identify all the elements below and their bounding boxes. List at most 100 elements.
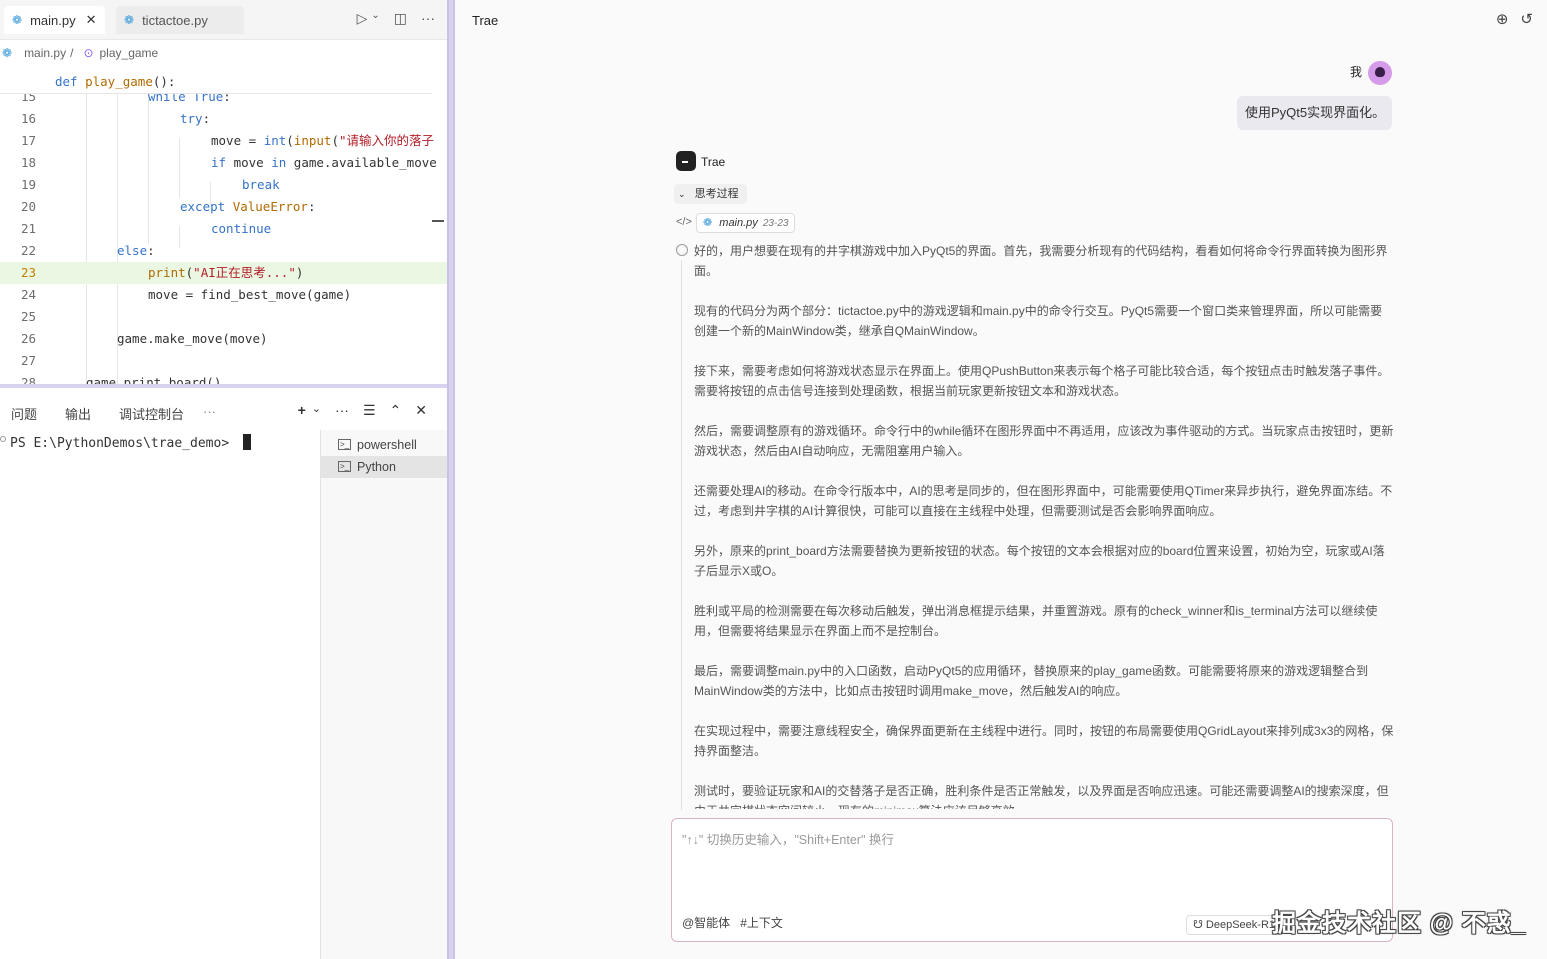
new-chat-icon[interactable]: ⊕: [1496, 10, 1509, 28]
code-line[interactable]: 27: [0, 350, 447, 372]
code-token: move: [233, 155, 272, 170]
tab-tictactoe-py[interactable]: ❁ tictactoe.py: [116, 6, 244, 34]
more-icon[interactable]: ···: [335, 402, 349, 419]
pane-divider-grip: [449, 0, 453, 959]
code-text: try:: [180, 108, 210, 130]
thinking-paragraph: 现有的代码分为两个部分：tictactoe.py中的游戏逻辑和main.py中的…: [694, 304, 1383, 338]
breadcrumb-symbol[interactable]: play_game: [100, 46, 159, 60]
thinking-paragraph: 还需要处理AI的移动。在命令行版本中，AI的思考是同步的，但在图形界面中，可能需…: [694, 484, 1393, 518]
code-token: in: [271, 155, 294, 170]
code-line[interactable]: 19 break: [0, 174, 447, 196]
chevron-down-icon[interactable]: ⌄: [312, 402, 321, 419]
python-file-icon: ❁: [703, 217, 713, 229]
model-selector[interactable]: ☋ DeepSeek-R1: [1186, 915, 1282, 935]
terminal-item-python[interactable]: >_ Python: [321, 456, 448, 478]
tab-main-py[interactable]: ❁ main.py ✕: [4, 6, 105, 34]
layout-icon[interactable]: ☰: [363, 402, 376, 419]
function-icon: ⊙: [83, 46, 94, 60]
line-number: 18: [20, 155, 36, 170]
code-line[interactable]: 22 else:: [0, 240, 447, 262]
code-line[interactable]: 28 game.print_board(): [0, 372, 447, 384]
panel-toolbar: + ⌄ ··· ☰ ⌃ ✕: [298, 402, 427, 419]
chevron-down-icon[interactable]: ⌄: [371, 10, 379, 27]
code-text: continue: [211, 218, 271, 240]
chat-title: Trae: [472, 13, 499, 28]
code-text: move = int(input("请输入你的落子: [211, 130, 434, 152]
chat-pane: Trae ⊕ ↺ 我 使用PyQt5实现界面化。 Trae ⌄ 思考过程 </>…: [455, 0, 1547, 959]
tab-output[interactable]: 输出: [65, 404, 91, 423]
file-reference-range: 23-23: [762, 218, 789, 229]
code-text: print("AI正在思考..."): [148, 262, 303, 284]
code-line[interactable]: 25: [0, 306, 447, 328]
code-token: game.available_move: [293, 155, 437, 170]
watermark: 掘金技术社区 @ 不惑_: [1272, 910, 1527, 937]
code-editor[interactable]: def play_game(): 15 while True: 16 try: 17 mo…: [0, 72, 447, 384]
panel-resize-handle[interactable]: [0, 384, 447, 388]
code-text: break: [242, 174, 280, 196]
code-line[interactable]: 17 move = int(input("请输入你的落子: [0, 130, 447, 152]
app-window: ❁ main.py ✕ ❁ tictactoe.py ▷ ⌄ ◫ ··· ❁ m…: [0, 0, 1547, 959]
code-line[interactable]: 21 continue: [0, 218, 447, 240]
code-token: :: [147, 243, 155, 258]
run-icon[interactable]: ▷: [357, 10, 368, 27]
terminal-item-powershell[interactable]: >_ powershell: [321, 434, 448, 456]
code-token: int: [263, 133, 287, 148]
code-icon: </>: [676, 216, 692, 228]
code-text: move = find_best_move(game): [148, 284, 351, 306]
user-message: 使用PyQt5实现界面化。: [1237, 96, 1392, 130]
code-line[interactable]: 18 if move in game.available_move: [0, 152, 447, 174]
code-token: move =: [211, 133, 264, 148]
close-panel-icon[interactable]: ✕: [415, 402, 427, 419]
more-tabs-icon[interactable]: ···: [203, 404, 216, 419]
code-line[interactable]: 26 game.make_move(move): [0, 328, 447, 350]
keyword: def: [55, 74, 86, 89]
editor-tabbar: ❁ main.py ✕ ❁ tictactoe.py ▷ ⌄ ◫ ···: [0, 0, 447, 40]
code-token: "AI正在思考...": [193, 265, 296, 280]
editor-pane: ❁ main.py ✕ ❁ tictactoe.py ▷ ⌄ ◫ ··· ❁ m…: [0, 0, 448, 959]
python-file-icon: ❁: [2, 46, 13, 60]
code-token: :: [202, 111, 211, 126]
line-number: 25: [20, 309, 36, 324]
tab-label: tictactoe.py: [142, 12, 208, 28]
code-token: ValueError: [232, 199, 308, 214]
terminal[interactable]: PS E:\PythonDemos\trae_demo>: [0, 430, 320, 959]
tab-problems[interactable]: 问题: [11, 404, 37, 423]
code-line[interactable]: 20 except ValueError:: [0, 196, 447, 218]
code-line[interactable]: 23 print("AI正在思考..."): [0, 262, 447, 284]
code-token: input: [293, 133, 332, 148]
file-reference[interactable]: ❁ main.py 23-23: [696, 213, 796, 233]
line-number: 24: [20, 287, 36, 302]
terminal-icon: >_: [338, 439, 351, 450]
new-terminal-icon[interactable]: +: [298, 402, 306, 419]
code-text: if move in game.available_move: [211, 152, 437, 174]
code-line[interactable]: 24 move = find_best_move(game): [0, 284, 447, 306]
line-number: 27: [20, 353, 36, 368]
context-chip[interactable]: #上下文: [740, 914, 783, 931]
more-icon[interactable]: ···: [421, 10, 435, 27]
history-icon[interactable]: ↺: [1520, 10, 1533, 28]
thinking-toggle[interactable]: ⌄ 思考过程: [674, 184, 747, 204]
thinking-paragraph: 然后，需要调整原有的游戏循环。命令行中的while循环在图形界面中不再适用，应该…: [694, 424, 1394, 458]
pane-divider[interactable]: [447, 0, 455, 959]
thinking-paragraph: 接下来，需要考虑如何将游戏状态显示在界面上。使用QPushButton来表示每个…: [694, 364, 1390, 398]
code-token: game.make_move(move): [117, 331, 268, 346]
close-tab-icon[interactable]: ✕: [86, 12, 97, 28]
agent-chip[interactable]: @智能体: [682, 914, 730, 931]
code-token: ): [295, 265, 304, 280]
split-editor-icon[interactable]: ◫: [394, 10, 407, 27]
sticky-scroll-header[interactable]: def play_game():: [0, 72, 432, 94]
code-token: continue: [211, 221, 272, 236]
code-token: try: [180, 111, 203, 126]
editor-toolbar: ▷ ⌄ ◫ ···: [357, 10, 435, 27]
terminal-cursor: [242, 434, 251, 450]
code-token: "请输入你的落子: [338, 133, 434, 148]
code-line[interactable]: 16 try:: [0, 108, 447, 130]
code-text: else:: [117, 240, 155, 262]
tab-label: main.py: [30, 12, 76, 28]
file-reference-name: main.py: [719, 217, 758, 229]
breadcrumb-file[interactable]: main.py: [24, 46, 66, 60]
thinking-paragraph: 胜利或平局的检测需要在每次移动后触发，弹出消息框提示结果，并重置游戏。原有的ch…: [694, 604, 1378, 638]
breadcrumb-separator: /: [70, 46, 74, 60]
tab-debug-console[interactable]: 调试控制台: [119, 404, 184, 423]
maximize-panel-icon[interactable]: ⌃: [390, 402, 402, 419]
